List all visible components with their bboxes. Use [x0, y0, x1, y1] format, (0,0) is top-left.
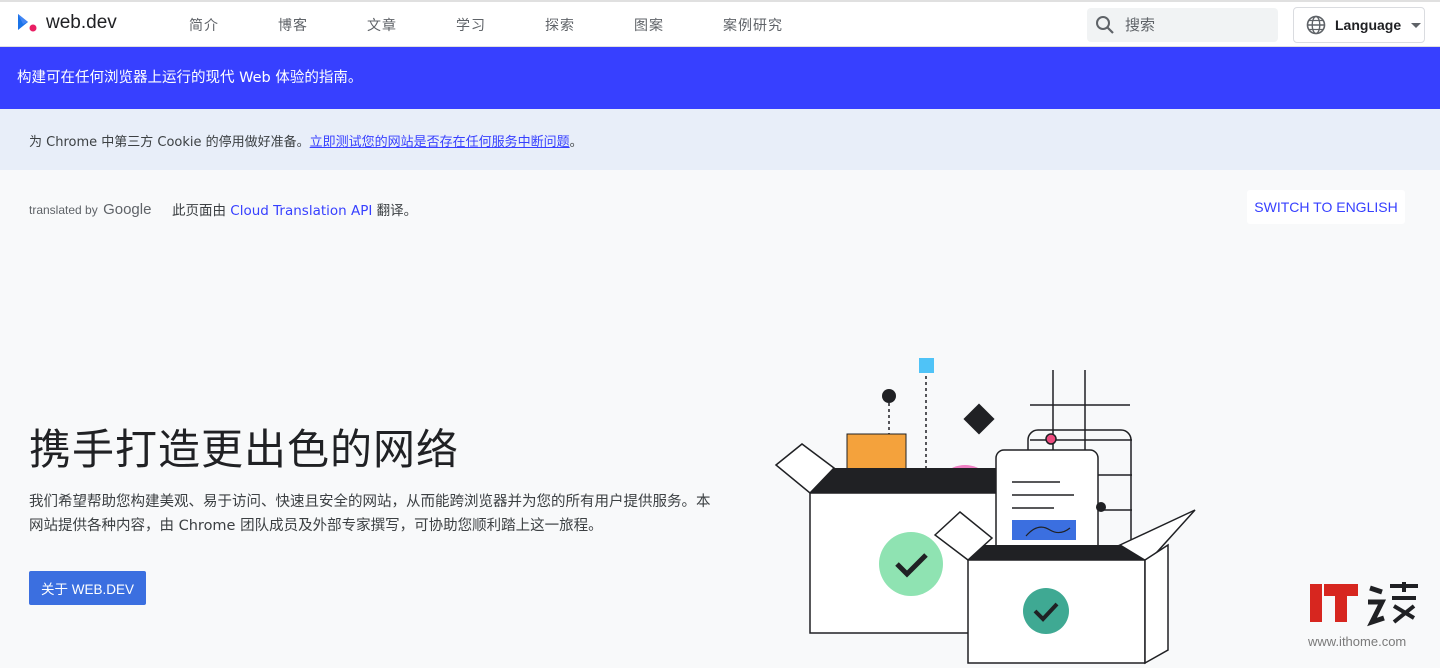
ithome-logo [1310, 582, 1418, 627]
watermark-url: www.ithome.com [1308, 634, 1407, 649]
notice-content: 为 Chrome 中第三方 Cookie 的停用做好准备。立即测试您的网站是否存… [29, 131, 583, 150]
nav-articles[interactable]: 文章 [353, 15, 411, 35]
cloud-translation-link[interactable]: Cloud Translation API [230, 203, 372, 219]
hero-description: 我们希望帮助您构建美观、易于访问、快速且安全的网站，从而能跨浏览器并为您的所有用… [29, 494, 711, 534]
chevron-down-icon [1411, 22, 1422, 28]
nav-patterns[interactable]: 图案 [620, 15, 678, 35]
nav-intro[interactable]: 简介 [175, 15, 233, 35]
nav-learn[interactable]: 学习 [442, 15, 500, 35]
search-input[interactable] [1125, 14, 1265, 36]
search-box[interactable] [1087, 8, 1278, 42]
tagline-banner: 构建可在任何浏览器上运行的现代 Web 体验的指南。 [0, 47, 1440, 109]
language-selector[interactable]: Language [1293, 7, 1425, 43]
switch-to-english-button[interactable]: SWITCH TO ENGLISH [1247, 190, 1405, 224]
webdev-logo-icon [18, 14, 37, 32]
cookie-notice: 为 Chrome 中第三方 Cookie 的停用做好准备。立即测试您的网站是否存… [0, 109, 1440, 170]
logo-text: web.dev [46, 12, 117, 33]
nav-explore[interactable]: 探索 [531, 15, 589, 35]
globe-icon [1306, 15, 1326, 35]
notice-suffix: 。 [569, 135, 583, 150]
nav-case-studies[interactable]: 案例研究 [709, 15, 797, 35]
nav-blog[interactable]: 博客 [264, 15, 322, 35]
top-header: web.dev 简介 博客 文章 学习 探索 图案 案例研究 Language [0, 0, 1440, 47]
notice-text: 为 Chrome 中第三方 Cookie 的停用做好准备。 [29, 135, 310, 150]
notice-link[interactable]: 立即测试您的网站是否存在任何服务中断问题 [310, 135, 570, 150]
site-logo[interactable]: web.dev [16, 12, 117, 34]
hero-title: 携手打造更出色的网络 [29, 425, 460, 474]
tagline-text: 构建可在任何浏览器上运行的现代 Web 体验的指南。 [17, 70, 363, 86]
ithome-watermark: www.ithome.com [1300, 578, 1430, 654]
translated-by-label: translated by [29, 203, 98, 217]
about-webdev-button[interactable]: 关于 WEB.DEV [29, 571, 146, 605]
boxes-illustration [774, 358, 1196, 665]
translation-info-suffix: 翻译。 [376, 203, 418, 219]
translated-by-google: translated by Google [29, 201, 151, 218]
search-icon[interactable] [1095, 15, 1115, 35]
translation-info: 此页面由 Cloud Translation API 翻译。 [172, 199, 417, 219]
language-label: Language [1335, 17, 1402, 33]
google-logo: Google [103, 201, 152, 218]
translation-info-prefix: 此页面由 [172, 203, 226, 219]
main-nav: 简介 博客 文章 学习 探索 图案 案例研究 [175, 2, 828, 47]
